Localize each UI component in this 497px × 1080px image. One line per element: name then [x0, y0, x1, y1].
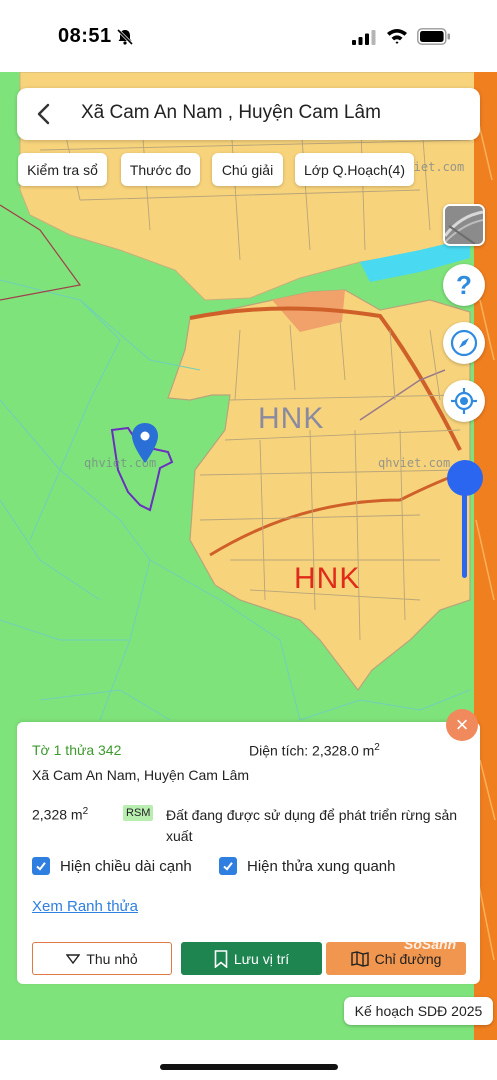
directions-label: Chỉ đường — [374, 950, 442, 967]
home-bar — [0, 1040, 497, 1080]
close-panel-button[interactable]: × — [446, 709, 478, 741]
measure-button[interactable]: Thước đo — [121, 153, 200, 186]
show-neighbor-parcels-label: Hiện thửa xung quanh — [247, 857, 396, 875]
parcel-area-label: Diện tích: 2,328.0 m — [249, 742, 375, 759]
triangle-down-icon — [66, 953, 81, 964]
save-location-label: Lưu vị trí — [233, 950, 290, 967]
legend-button[interactable]: Chú giải — [212, 153, 283, 186]
wifi-icon — [387, 29, 407, 44]
back-arrow-icon[interactable] — [31, 100, 59, 128]
parcel-size: 2,328 m2 — [32, 806, 88, 823]
planning-layers-button[interactable]: Lớp Q.Hoạch(4) — [295, 153, 414, 186]
compass-button[interactable] — [443, 322, 485, 364]
satellite-layer-preview — [445, 206, 483, 244]
help-button[interactable]: ? — [443, 264, 485, 306]
shrink-button[interactable]: Thu nhỏ — [32, 942, 172, 975]
location-pin-icon[interactable] — [130, 422, 160, 464]
help-icon: ? — [456, 270, 472, 300]
battery-icon — [417, 28, 450, 45]
zone-label-hnk-2: HNK — [294, 562, 361, 595]
planning-year-badge[interactable]: Kế hoạch SDĐ 2025 — [344, 997, 493, 1025]
parcel-area: Diện tích: 2,328.0 m2 — [249, 742, 380, 759]
opacity-slider-handle[interactable] — [447, 460, 483, 496]
size-unit-exponent: 2 — [82, 806, 89, 817]
view-parcel-boundary-link[interactable]: Xem Ranh thửa — [32, 898, 138, 915]
locate-icon — [451, 388, 477, 414]
location-title: Xã Cam An Nam , Huyện Cam Lâm — [81, 102, 381, 123]
compass-icon — [450, 329, 478, 357]
status-time: 08:51 — [58, 25, 112, 47]
status-bar: 08:51 — [0, 0, 497, 72]
save-location-button[interactable]: Lưu vị trí — [181, 942, 322, 975]
bell-slash-icon — [116, 28, 134, 46]
watermark-text: qhviet.com — [378, 456, 451, 470]
land-use-description: Đất đang được sử dụng để phát triển rừng… — [166, 807, 458, 844]
layer-thumbnail-icon[interactable] — [443, 204, 485, 246]
show-edge-lengths-label: Hiện chiều dài cạnh — [60, 857, 192, 875]
check-certificate-button[interactable]: Kiểm tra sổ — [18, 153, 107, 186]
zone-label-hnk-1: HNK — [258, 402, 325, 435]
locate-button[interactable] — [443, 380, 485, 422]
area-unit-exponent: 2 — [374, 742, 380, 753]
checkbox-checked-icon[interactable] — [219, 857, 237, 875]
parcel-size-value: 2,328 m — [32, 806, 83, 823]
corner-watermark: SoSanh — [404, 936, 457, 952]
location-header[interactable]: Xã Cam An Nam , Huyện Cam Lâm — [17, 88, 480, 140]
checkbox-checked-icon[interactable] — [32, 857, 50, 875]
shrink-button-label: Thu nhỏ — [86, 950, 138, 967]
agricultural-zone-central — [167, 289, 471, 692]
close-icon: × — [455, 712, 469, 737]
parcel-id: Tờ 1 thửa 342 — [32, 742, 122, 758]
show-neighbor-parcels-toggle[interactable]: Hiện thửa xung quanh — [219, 857, 395, 875]
land-use-code-badge: RSM — [123, 805, 154, 821]
bookmark-icon — [214, 949, 228, 968]
home-indicator[interactable] — [160, 1064, 338, 1070]
map-icon — [350, 950, 369, 967]
parcel-location: Xã Cam An Nam, Huyện Cam Lâm — [32, 767, 250, 783]
show-edge-lengths-toggle[interactable]: Hiện chiều dài cạnh — [32, 857, 192, 875]
signal-icon — [352, 30, 376, 45]
